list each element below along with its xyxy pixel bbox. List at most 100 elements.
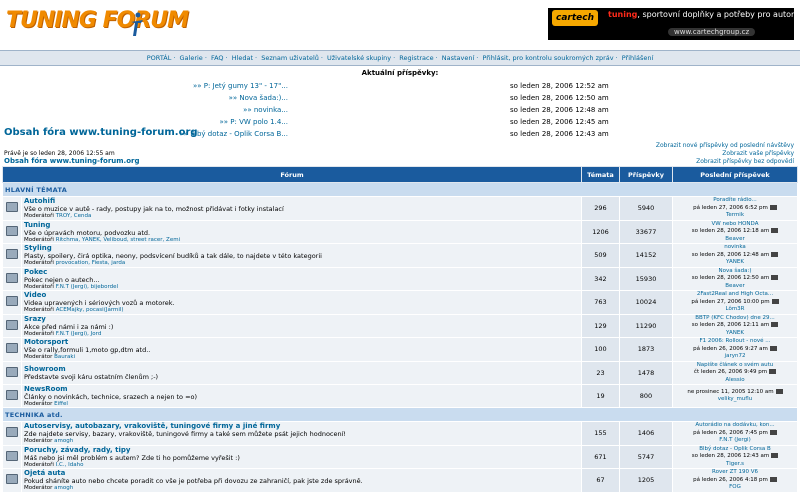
forum-status-cell (2, 266, 22, 291)
goto-last-post-icon[interactable] (771, 298, 779, 304)
moderators-list[interactable]: TROY, Cenda (56, 213, 92, 219)
forum-last-post: Poradíte rádio... pá leden 27, 2006 6:52 … (672, 196, 798, 221)
last-post-title[interactable]: Nova šada:) (675, 268, 795, 276)
nav-settings[interactable]: Nastavení (442, 54, 475, 62)
nav-search[interactable]: Hledat (232, 54, 253, 62)
folder-icon (6, 296, 18, 307)
last-post-title[interactable]: BBTP (KFC Chodov) dne 29... (675, 315, 795, 323)
nav-gallery[interactable]: Galerie (180, 54, 203, 62)
index-title[interactable]: Obsah fóra www.tuning-forum.org (4, 127, 198, 138)
moderators-list[interactable]: provocation, Fiesta, jarda (56, 260, 126, 266)
latest-item-date: so leden 28, 2006 12:50 am (510, 94, 609, 102)
last-post-user[interactable]: Alessio (675, 377, 795, 385)
latest-item-link[interactable]: »» Nova šada:)... (229, 92, 288, 104)
last-post-title[interactable]: Blbý dotaz - Oplik Corsa B (675, 446, 795, 454)
last-post-user[interactable]: FOG (675, 484, 795, 492)
last-post-title[interactable]: novinka (675, 244, 795, 252)
last-post-user[interactable]: veliky_muflu (675, 396, 795, 404)
goto-last-post-icon[interactable] (771, 275, 779, 280)
last-post-user[interactable]: YANEK (675, 259, 795, 267)
index-title-small[interactable]: Obsah fóra www.tuning-forum.org (4, 157, 139, 165)
forum-status-cell (2, 468, 22, 493)
forum-name[interactable]: Autohifi (24, 197, 579, 205)
goto-last-post-icon[interactable] (769, 429, 777, 435)
moderators-list[interactable]: F.N.T (Jergi), Jord (56, 331, 102, 337)
nav-members[interactable]: Seznam uživatelů (261, 54, 319, 62)
last-post-user[interactable]: Beaver (675, 283, 795, 291)
nav-register[interactable]: Registrace (399, 54, 433, 62)
forum-name[interactable]: Motorsport (24, 338, 579, 346)
last-post-title[interactable]: Autorádio na dodávku, kon... (675, 422, 795, 430)
forum-row: Styling Plasty, spoilery, čirá optika, ne… (2, 243, 798, 268)
moderators-list[interactable]: amogh (54, 438, 73, 444)
last-post-user[interactable]: Tiger.s (675, 461, 795, 469)
banner-highlight: tuning (608, 10, 638, 19)
folder-icon (6, 427, 18, 438)
last-post-user[interactable]: Lôm3R (675, 306, 795, 314)
moderators-list[interactable]: amogh (54, 485, 73, 491)
moderators-list[interactable]: I.C., Idaho (56, 462, 84, 468)
site-logo[interactable]: TUNING FORUM (6, 8, 189, 33)
last-post-title[interactable]: VW nebo HONDA (675, 221, 795, 229)
goto-last-post-icon[interactable] (771, 322, 779, 327)
forum-last-post: Nova šada:) so leden 28, 2006 12:50 am Bea… (672, 266, 798, 291)
forum-name[interactable]: Autoservisy, autobazary, vrakoviště, tun… (24, 422, 579, 430)
last-post-user[interactable]: YANEK (675, 330, 795, 338)
forum-name[interactable]: Video (24, 291, 579, 299)
forum-name[interactable]: Poruchy, závady, rady, tipy (24, 446, 579, 454)
goto-last-post-icon[interactable] (769, 204, 777, 210)
last-post-user[interactable]: jaryn72 (675, 353, 795, 361)
folder-icon (6, 249, 18, 260)
nav-faq[interactable]: FAQ (211, 54, 224, 62)
last-post-user[interactable]: Termik (675, 212, 795, 220)
nav-portal[interactable]: PORTÁL (147, 54, 172, 62)
ad-banner[interactable]: cartech tuning, sportovní doplňky a potř… (548, 8, 800, 40)
category-main[interactable]: HLAVNÍ TÉMATA (2, 182, 798, 197)
forum-status-cell (2, 337, 22, 362)
link-new-posts[interactable]: Zobrazit nové příspěvky od poslední návš… (656, 142, 794, 150)
goto-last-post-icon[interactable] (769, 476, 777, 482)
moderators-list[interactable]: F.N.T (Jergi), bijebordel (56, 284, 118, 290)
goto-last-post-icon[interactable] (771, 228, 779, 233)
last-post-title[interactable]: Poradíte rádio... (675, 197, 795, 205)
forum-name[interactable]: Ojetá auta (24, 469, 579, 477)
last-post-title[interactable]: Napište článek o svém autu (675, 362, 795, 370)
last-post-title[interactable]: 2Fast2Real and High Octa... (675, 291, 795, 299)
latest-item-link[interactable]: »» P: Jetý gumy 13" - 17"... (193, 80, 288, 92)
forum-name[interactable]: Srazy (24, 315, 579, 323)
forum-posts: 14152 (619, 243, 673, 268)
forum-name[interactable]: NewsRoom (24, 385, 579, 393)
moderators-list[interactable]: Bauraki (54, 354, 75, 360)
category-technika[interactable]: TECHNIKA atd. (2, 407, 798, 422)
moderators-list[interactable]: ACEMajky, pocasi(Jarmil) (56, 307, 124, 313)
last-post-date-text: pá leden 26, 2006 4:18 pm (693, 476, 768, 483)
goto-last-post-icon[interactable] (769, 369, 777, 374)
nav-pm-login[interactable]: Přihlásit, pro kontrolu soukromých zpráv (482, 54, 613, 62)
latest-item-link[interactable]: »» novinka... (243, 104, 288, 116)
forum-name[interactable]: Styling (24, 244, 579, 252)
goto-last-post-icon[interactable] (771, 251, 779, 257)
link-your-posts[interactable]: Zobrazit vaše příspěvky (656, 150, 794, 158)
nav-login[interactable]: Přihlášení (622, 54, 654, 62)
goto-last-post-icon[interactable] (771, 453, 779, 458)
last-post-title[interactable]: Rover ZT 190 V6 (675, 469, 795, 477)
nav-usergroups[interactable]: Uživatelské skupiny (327, 54, 391, 62)
goto-last-post-icon[interactable] (775, 388, 783, 394)
forum-moderators: Moderátor Bauraki (24, 354, 579, 360)
last-post-title[interactable]: F1 2006: Rollout - nové ... (675, 338, 795, 346)
latest-item-link[interactable]: »» P: VW polo 1.4... (219, 116, 288, 128)
moderators-list[interactable]: Ritchma, YANEK, Veliboud, street racer, … (56, 237, 180, 243)
link-unanswered[interactable]: Zobrazit příspěvky bez odpovědí (656, 158, 794, 166)
last-post-user[interactable]: Beaver (675, 236, 795, 244)
forum-name[interactable]: Pokec (24, 268, 579, 276)
goto-last-post-icon[interactable] (769, 345, 777, 351)
folder-icon (6, 272, 18, 283)
forum-description: Pokec nejen o autech... (24, 275, 100, 284)
forum-name[interactable]: Tuning (24, 221, 579, 229)
last-post-user[interactable]: F.N.T (Jergi) (675, 437, 795, 445)
forum-info-cell: Tuning Vše o úpravách motoru, podvozku at… (21, 219, 582, 244)
moderators-list[interactable]: Eiffel (54, 401, 68, 407)
forum-name[interactable]: Showroom (24, 365, 579, 373)
forum-moderators: Moderátoři I.C., Idaho (24, 462, 579, 468)
forum-info-cell: Pokec Pokec nejen o autech... Moderátoři F… (21, 266, 582, 291)
